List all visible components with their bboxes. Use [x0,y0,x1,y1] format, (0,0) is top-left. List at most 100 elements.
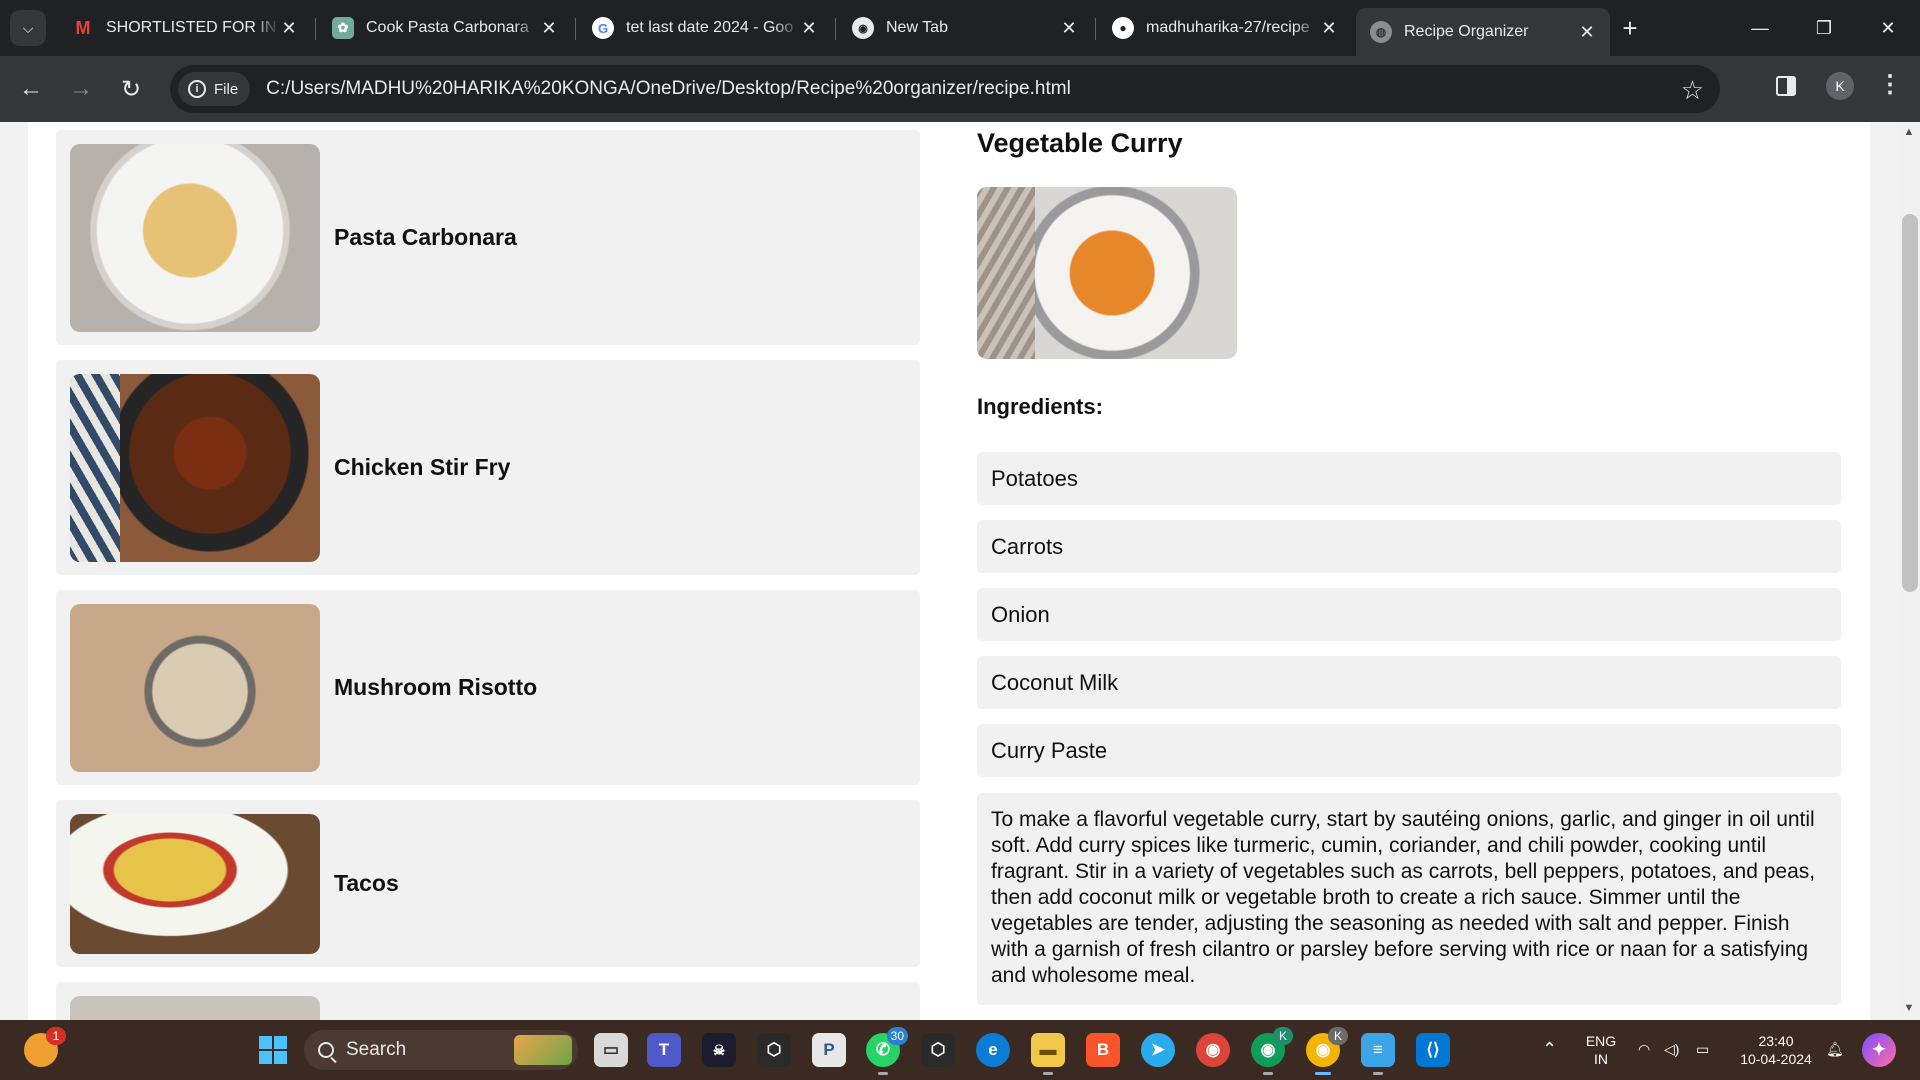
tab-title: New Tab [886,19,948,36]
language-indicator[interactable]: ENG IN [1578,1032,1624,1068]
tab-google[interactable]: G tet last date 2024 - Goo ✕ [578,8,832,48]
recipe-card-pasta-carbonara[interactable]: Pasta Carbonara [56,130,920,345]
tab-recipe-organizer[interactable]: ◍ Recipe Organizer ✕ [1356,8,1610,56]
url-text[interactable]: C:/Users/MADHU%20HARIKA%20KONGA/OneDrive… [266,78,1071,100]
close-icon[interactable]: ✕ [280,18,298,38]
restore-button[interactable]: ❐ [1804,10,1844,46]
tab-divider [315,18,316,40]
tab-divider [835,18,836,40]
telegram-icon[interactable]: ➤ [1141,1033,1175,1067]
profile-badge: K [1328,1027,1348,1045]
close-icon[interactable]: ✕ [1578,22,1596,42]
unity-icon[interactable]: ⬡ [757,1033,791,1067]
side-panel-icon[interactable] [1776,76,1796,96]
teams-icon[interactable]: T [647,1033,681,1067]
weather-widget-icon[interactable]: 1 [24,1027,66,1067]
tab-title: madhuharika-27/recipe [1146,19,1310,36]
windows-logo-icon [259,1036,287,1064]
show-hidden-icons[interactable]: ⌃ [1542,1040,1557,1058]
close-icon[interactable]: ✕ [1060,18,1078,38]
tab-gmail[interactable]: M SHORTLISTED FOR INTE ✕ [58,8,312,48]
recipe-name: Mushroom Risotto [334,674,538,700]
google-icon: G [592,17,614,39]
address-bar[interactable]: i File C:/Users/MADHU%20HARIKA%20KONGA/O… [170,65,1720,113]
taskbar-search[interactable]: Search [304,1030,578,1070]
chrome-profile-icon[interactable]: ◉ K [1251,1027,1293,1075]
close-icon[interactable]: ✕ [1320,18,1338,38]
recipe-card-tacos[interactable]: Tacos [56,800,920,967]
scroll-down-icon[interactable]: ▼ [1903,1002,1915,1014]
notification-bell-icon[interactable]: 🔔︎ [1826,1040,1844,1058]
close-icon: ✕ [1880,17,1896,38]
reload-icon: ↻ [120,75,142,103]
search-label: Search [346,1039,407,1060]
reload-button[interactable]: ↻ [111,69,151,109]
ingredient-item: Curry Paste [977,724,1841,777]
pirate-app-icon[interactable]: ☠ [702,1033,736,1067]
recipe-card-mushroom-risotto[interactable]: Mushroom Risotto [56,590,920,785]
chrome-icon[interactable]: ◉ [1196,1033,1230,1067]
plus-icon: + [1622,12,1638,43]
profile-avatar[interactable]: K [1826,72,1854,100]
ingredient-item: Coconut Milk [977,656,1841,709]
browser-toolbar: ← → ↻ i File C:/Users/MADHU%20HARIKA%20K… [0,56,1920,122]
recipe-image [70,603,320,772]
minimize-button[interactable]: — [1740,10,1780,46]
site-info-chip[interactable]: i File [178,72,251,106]
unity-hub-icon[interactable]: ⬡ [921,1033,955,1067]
ingredients-heading: Ingredients: [977,394,1103,419]
wifi-icon[interactable]: ◠ [1638,1040,1650,1058]
gmail-icon: M [75,17,91,38]
ingredient-item: Onion [977,588,1841,641]
windows-taskbar: 1 Search ▭ T ☠ ⬡ P ✆ 30 ⬡ e ▬ B ➤ ◉ ◉ K ◉ K… [0,1020,1920,1080]
document-app-icon[interactable]: P [812,1033,846,1067]
running-indicator [878,1072,888,1075]
running-indicator [1263,1072,1273,1075]
recipe-name: Pasta Carbonara [334,224,517,250]
task-view-icon[interactable]: ▭ [594,1033,628,1067]
vscode-icon[interactable]: ⟨⟩ [1416,1033,1450,1067]
forward-button[interactable]: → [61,69,101,109]
chrome-icon: ◉ [852,17,874,39]
minimize-icon: — [1751,17,1769,38]
scrollbar-thumb[interactable] [1902,214,1918,592]
tab-chatgpt[interactable]: ✿ Cook Pasta Carbonara ✕ [318,8,572,48]
globe-icon: ◍ [1370,21,1392,43]
clock[interactable]: 23:40 10-04-2024 [1732,1032,1820,1068]
profile-badge: K [1273,1027,1293,1045]
bookmark-star-icon[interactable]: ☆ [1681,75,1704,106]
chrome-active-icon[interactable]: ◉ K [1306,1027,1348,1075]
tab-search-button[interactable]: ⌵ [10,10,46,46]
brave-icon[interactable]: B [1086,1033,1120,1067]
notepad-icon[interactable]: ≡ [1361,1033,1395,1075]
recipe-detail-image [977,187,1237,359]
new-tab-button[interactable]: + [1616,12,1644,43]
battery-icon[interactable]: ▭ [1696,1040,1709,1058]
tab-github[interactable]: ● madhuharika-27/recipe ✕ [1098,8,1352,48]
scroll-up-icon[interactable]: ▲ [1903,126,1915,138]
recipe-card-chicken-stir-fry[interactable]: Chicken Stir Fry [56,360,920,575]
recipe-image [70,813,320,954]
start-button[interactable] [256,1033,290,1067]
close-icon[interactable]: ✕ [540,18,558,38]
back-button[interactable]: ← [11,69,51,109]
recipe-name: Tacos [334,870,399,896]
edge-icon[interactable]: e [976,1033,1010,1067]
copilot-icon[interactable]: ✦ [1862,1033,1896,1067]
page-viewport: Pasta Carbonara Chicken Stir Fry Mushroo… [0,122,1920,1020]
notification-badge: 1 [46,1027,66,1045]
volume-icon[interactable]: ◁) [1664,1040,1679,1058]
running-indicator [1315,1072,1331,1075]
notification-badge: 30 [886,1027,908,1045]
close-icon[interactable]: ✕ [800,18,818,38]
whatsapp-icon[interactable]: ✆ 30 [866,1027,908,1075]
recipe-card-partial[interactable] [56,982,920,1020]
file-explorer-icon[interactable]: ▬ [1031,1033,1065,1075]
close-window-button[interactable]: ✕ [1868,10,1908,46]
tab-title: SHORTLISTED FOR INTE [106,19,280,36]
recipe-detail-title: Vegetable Curry [977,128,1183,158]
kebab-menu-icon[interactable]: ⋮ [1878,70,1902,99]
tab-title: tet last date 2024 - Goo [626,19,794,36]
tab-new-tab[interactable]: ◉ New Tab ✕ [838,8,1092,48]
page-scrollbar[interactable]: ▲ ▼ [1898,122,1920,1020]
